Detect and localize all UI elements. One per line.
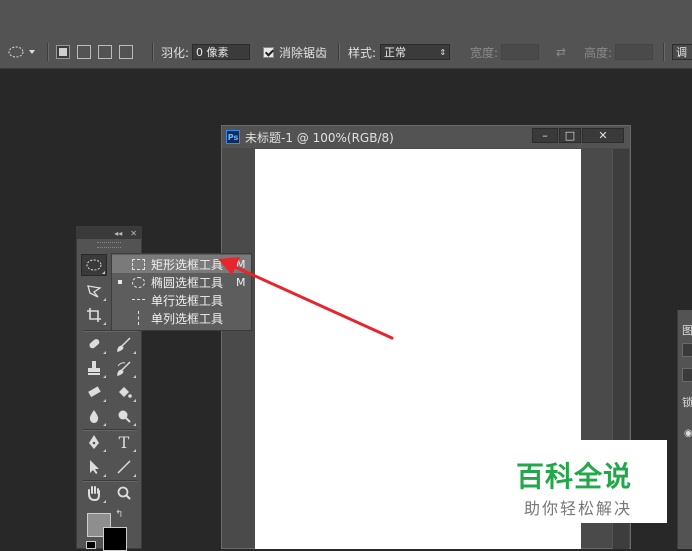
watermark-logo: 百科全说 助你轻松解决: [508, 440, 667, 523]
swap-arrows-icon: ⇄: [556, 45, 567, 59]
layers-tab-fragment[interactable]: 图: [682, 322, 692, 338]
flyout-item-elliptical-marquee[interactable]: 椭圆选框工具 M: [112, 273, 251, 291]
feather-label: 羽化:: [161, 45, 190, 60]
chevron-down-icon: [29, 50, 35, 54]
width-input[interactable]: [501, 44, 540, 60]
crop-tool-icon[interactable]: [81, 304, 107, 326]
refine-edge-button[interactable]: 调: [672, 38, 692, 66]
close-icon[interactable]: ✕: [130, 229, 137, 238]
antialias-label: 消除锯齿: [279, 45, 328, 60]
style-select-value: 正常: [384, 46, 407, 59]
clone-stamp-icon[interactable]: [81, 357, 107, 379]
spot-healing-icon[interactable]: [81, 333, 107, 355]
collapse-icon[interactable]: ◂◂: [114, 229, 122, 238]
add-to-selection-icon[interactable]: [77, 45, 91, 59]
lasso-tool-icon[interactable]: [81, 280, 107, 302]
pen-tool-icon[interactable]: [81, 431, 107, 453]
marquee-tool-icon[interactable]: [81, 254, 107, 276]
style-select[interactable]: 正常 ⇕: [380, 44, 451, 60]
document-title: 未标题-1 @ 100%(RGB/8): [245, 130, 394, 145]
flyout-item-single-row-marquee[interactable]: 单行选框工具: [112, 291, 251, 309]
dodge-tool-icon[interactable]: [111, 405, 137, 427]
active-tool-indicator: [118, 280, 122, 284]
history-brush-icon[interactable]: [111, 357, 137, 379]
maximize-button[interactable]: □: [559, 128, 581, 143]
height-label: 高度:: [584, 45, 613, 60]
feather-group: 羽化: 0 像素: [161, 38, 251, 66]
marquee-tools-flyout: 矩形选框工具 M 椭圆选框工具 M 单行选框工具 单列选框工具: [111, 253, 252, 331]
hand-tool-icon[interactable]: [81, 482, 107, 504]
selection-mode-group: [56, 38, 140, 66]
flyout-item-single-column-marquee[interactable]: 单列选框工具: [112, 309, 251, 327]
rectangular-marquee-icon: [132, 259, 145, 270]
subtract-from-selection-icon[interactable]: [98, 45, 112, 59]
divider: [663, 43, 665, 61]
watermark-title: 百科全说: [516, 460, 633, 493]
height-group: 高度:: [584, 38, 654, 66]
feather-input[interactable]: 0 像素: [192, 44, 251, 60]
flyout-item-label: 矩形选框工具: [151, 257, 224, 272]
updown-icon: ⇕: [439, 47, 447, 57]
options-row: 羽化: 0 像素 消除锯齿 样式: 正常 ⇕ 宽度: ⇄ 高度: 调: [0, 38, 692, 66]
width-label: 宽度:: [470, 45, 499, 60]
zoom-tool-icon[interactable]: [111, 482, 137, 504]
antialias-group: 消除锯齿: [263, 38, 327, 66]
brush-tool-icon[interactable]: [111, 333, 137, 355]
options-bar: 羽化: 0 像素 消除锯齿 样式: 正常 ⇕ 宽度: ⇄ 高度: 调: [0, 0, 692, 69]
flyout-item-shortcut: M: [236, 275, 246, 289]
elliptical-marquee-icon: [132, 277, 145, 288]
flyout-item-label: 单行选框工具: [151, 293, 224, 308]
panel-control[interactable]: [682, 343, 692, 357]
divider: [338, 43, 340, 61]
flyout-item-rectangular-marquee[interactable]: 矩形选框工具 M: [112, 255, 251, 273]
width-group: 宽度:: [470, 38, 540, 66]
panel-control[interactable]: [682, 368, 692, 382]
document-titlebar[interactable]: Ps 未标题-1 @ 100%(RGB/8) – □ ✕: [222, 126, 630, 148]
lock-label-fragment: 锁: [682, 396, 692, 409]
panel-grip[interactable]: [97, 242, 121, 248]
background-color-swatch[interactable]: [103, 527, 127, 551]
paint-bucket-icon[interactable]: [111, 381, 137, 403]
tools-panel-header[interactable]: ◂◂ ✕: [77, 227, 141, 239]
swap-colors-icon[interactable]: ↰: [115, 509, 123, 520]
default-colors-icon[interactable]: [86, 541, 96, 549]
tool-preset-picker[interactable]: [8, 38, 36, 66]
divider: [47, 43, 49, 61]
single-column-marquee-icon: [138, 311, 139, 325]
close-button[interactable]: ✕: [582, 128, 624, 143]
type-tool-icon[interactable]: T: [111, 431, 137, 453]
blur-tool-icon[interactable]: [81, 405, 107, 427]
visibility-eye-icon[interactable]: ◉: [684, 428, 692, 439]
height-input[interactable]: [615, 44, 654, 60]
minimize-button[interactable]: –: [532, 128, 558, 143]
elliptical-marquee-icon: [8, 46, 24, 58]
style-label: 样式:: [348, 45, 377, 60]
single-row-marquee-icon: [132, 299, 145, 300]
style-group: 样式: 正常 ⇕: [348, 38, 451, 66]
antialias-checkbox[interactable]: [263, 46, 274, 58]
line-tool-icon[interactable]: [111, 456, 137, 478]
watermark-subtitle: 助你轻松解决: [524, 499, 633, 518]
path-selection-icon[interactable]: [81, 456, 107, 478]
swap-dimensions[interactable]: ⇄: [556, 38, 566, 66]
refine-edge-label: 调: [672, 44, 692, 60]
flyout-item-label: 单列选框工具: [151, 311, 224, 326]
photoshop-app-icon: Ps: [226, 130, 240, 144]
eraser-tool-icon[interactable]: [81, 381, 107, 403]
right-panel-dock: 图 锁 ◉: [677, 310, 692, 549]
flyout-item-label: 椭圆选框工具: [151, 275, 224, 290]
intersect-selection-icon[interactable]: [119, 45, 133, 59]
new-selection-icon[interactable]: [56, 45, 70, 59]
divider: [152, 43, 154, 61]
flyout-item-shortcut: M: [236, 257, 246, 271]
